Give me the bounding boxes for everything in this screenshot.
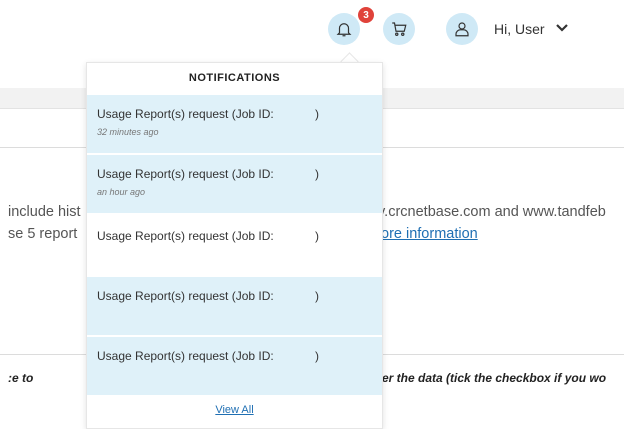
notifications-button[interactable] [328, 13, 360, 45]
user-greeting[interactable]: Hi, User [494, 21, 545, 37]
notification-job-close: ) [315, 167, 319, 181]
notification-count-badge: 3 [358, 7, 374, 23]
user-menu-button[interactable] [446, 13, 478, 45]
notification-message: Usage Report(s) request (Job ID: [97, 349, 274, 363]
notification-item[interactable]: Usage Report(s) request (Job ID: ) [87, 337, 382, 396]
view-all-link[interactable]: View All [87, 404, 382, 416]
notifications-title: NOTIFICATIONS [188, 72, 281, 84]
notification-message: Usage Report(s) request (Job ID: [97, 107, 274, 121]
user-icon [455, 22, 469, 37]
instruction-text-right: er the data (tick the checkbox if you wo [382, 371, 607, 385]
cart-icon [392, 22, 407, 36]
description-text-left-2: se 5 report [8, 226, 78, 242]
notification-time: 32 minutes ago [97, 127, 159, 137]
notification-item[interactable]: Usage Report(s) request (Job ID: ) [87, 217, 382, 276]
notification-job-close: ) [315, 107, 319, 121]
more-information-link[interactable]: ore information [381, 226, 478, 242]
description-text-right: v.crcnetbase.com and www.tandfeb [378, 204, 606, 220]
chevron-down-icon[interactable] [554, 20, 570, 36]
notification-item[interactable]: Usage Report(s) request (Job ID: ) an ho… [87, 155, 382, 214]
notification-time: an hour ago [97, 187, 146, 197]
notification-job-close: ) [315, 349, 319, 363]
notification-message: Usage Report(s) request (Job ID: [97, 229, 274, 243]
bell-icon [336, 23, 352, 37]
notification-job-close: ) [315, 229, 319, 243]
notification-item[interactable]: Usage Report(s) request (Job ID: ) [87, 277, 382, 336]
notification-item[interactable]: Usage Report(s) request (Job ID: ) 32 mi… [87, 95, 382, 154]
cart-button[interactable] [383, 13, 415, 45]
notification-job-close: ) [315, 289, 319, 303]
description-text-left: include hist [8, 204, 81, 220]
notification-message: Usage Report(s) request (Job ID: [97, 289, 274, 303]
instruction-text-left: :e to [8, 371, 34, 385]
notifications-dropdown: NOTIFICATIONS Usage Report(s) request (J… [86, 62, 383, 429]
notification-message: Usage Report(s) request (Job ID: [97, 167, 274, 181]
